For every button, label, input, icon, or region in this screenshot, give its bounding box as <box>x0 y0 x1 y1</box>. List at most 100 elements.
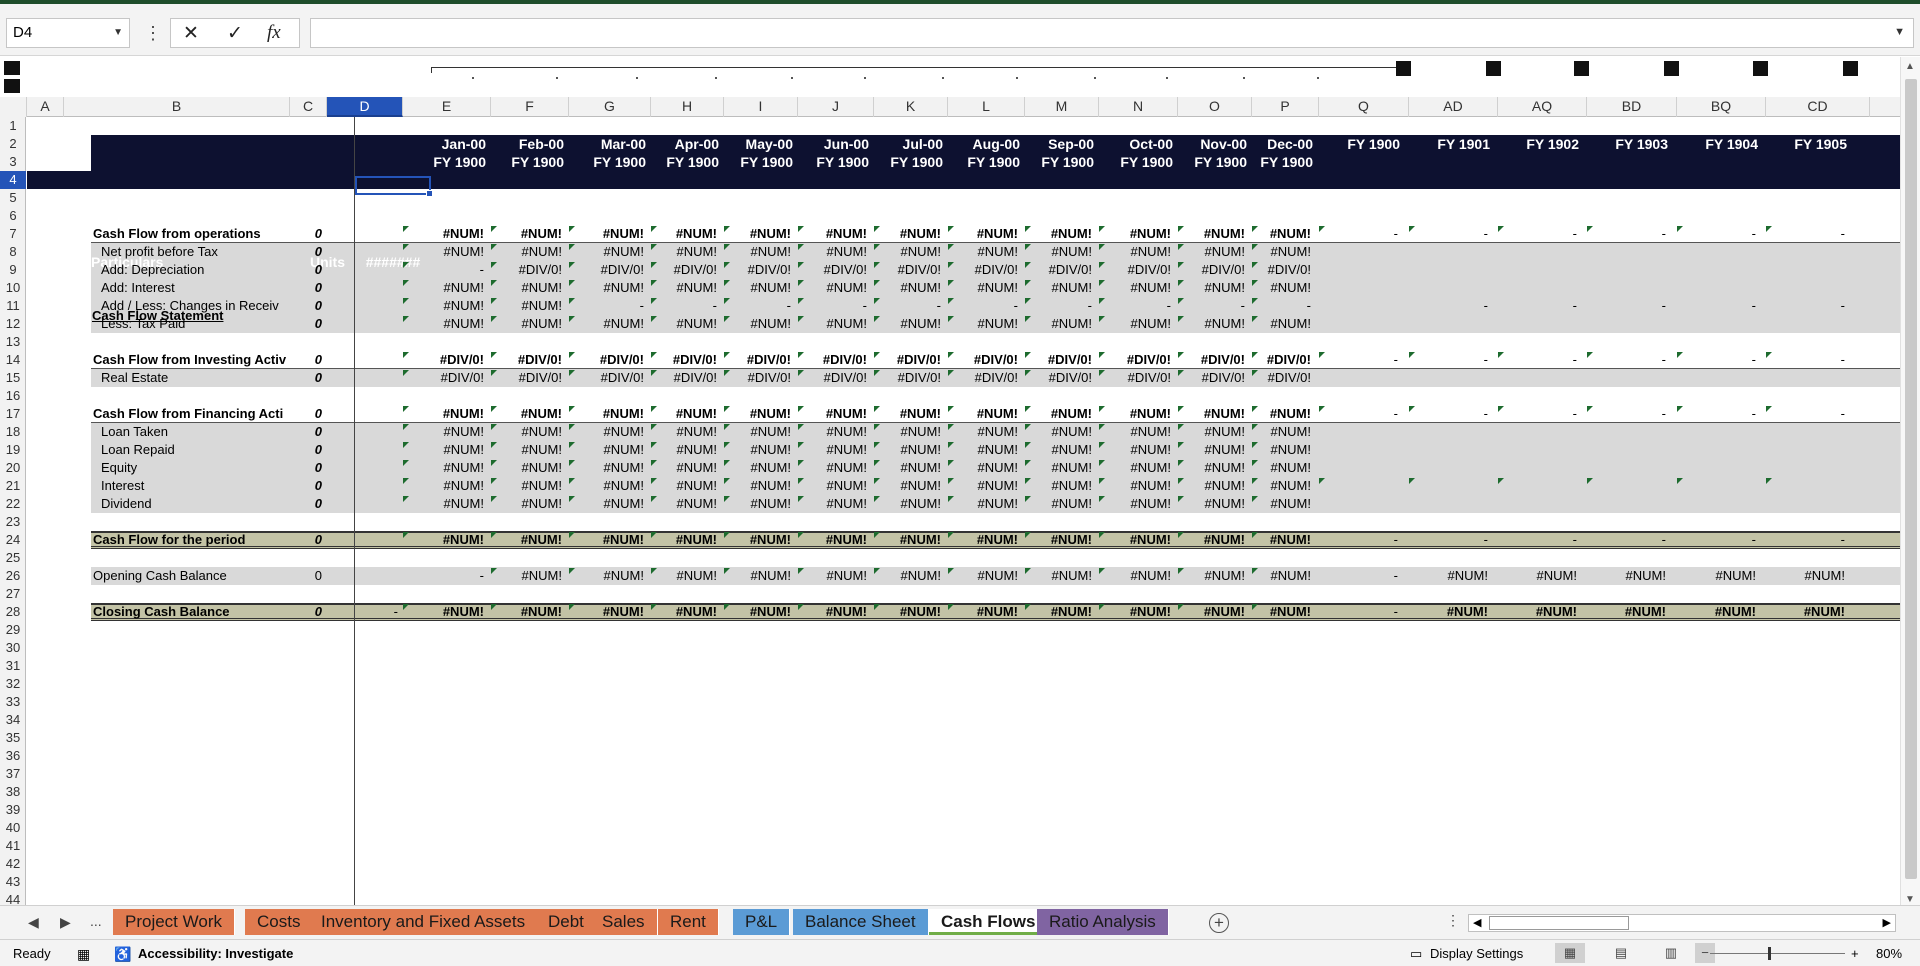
error-indicator-icon[interactable] <box>403 532 409 538</box>
error-indicator-icon[interactable] <box>798 532 804 538</box>
month-value[interactable]: #NUM! <box>492 279 562 297</box>
month-value[interactable]: - <box>1100 297 1171 315</box>
group-collapse-button[interactable] <box>1396 61 1411 76</box>
error-indicator-icon[interactable] <box>1252 568 1258 574</box>
month-value[interactable]: #DIV/0! <box>1100 369 1171 387</box>
row-header-33[interactable]: 33 <box>0 693 26 711</box>
header-month[interactable]: May-00 <box>725 135 793 153</box>
row-header-36[interactable]: 36 <box>0 747 26 765</box>
month-value[interactable]: #NUM! <box>1100 243 1171 261</box>
month-value[interactable]: #NUM! <box>799 477 867 495</box>
month-value[interactable]: - <box>799 297 867 315</box>
error-indicator-icon[interactable] <box>1409 406 1415 412</box>
month-value[interactable]: #DIV/0! <box>1179 369 1245 387</box>
header-month[interactable]: Mar-00 <box>570 135 646 153</box>
row-header-9[interactable]: 9 <box>0 261 26 279</box>
error-indicator-icon[interactable] <box>1252 280 1258 286</box>
error-indicator-icon[interactable] <box>874 532 880 538</box>
month-value[interactable]: #NUM! <box>799 423 867 441</box>
month-value[interactable]: - <box>875 297 941 315</box>
error-indicator-icon[interactable] <box>1587 406 1593 412</box>
sheet-tab-balance-sheet[interactable]: Balance Sheet <box>793 909 929 935</box>
year-value[interactable]: - <box>1410 225 1488 243</box>
error-indicator-icon[interactable] <box>1178 496 1184 502</box>
month-value[interactable]: #DIV/0! <box>1026 261 1092 279</box>
year-value[interactable]: - <box>1678 351 1756 369</box>
zoom-slider-thumb[interactable] <box>1768 947 1771 960</box>
month-value[interactable]: #NUM! <box>725 441 791 459</box>
month-value[interactable]: #NUM! <box>492 495 562 513</box>
year-value[interactable]: #NUM! <box>1678 567 1756 585</box>
scroll-down-icon[interactable]: ▼ <box>1905 894 1915 905</box>
error-indicator-icon[interactable] <box>491 406 497 412</box>
error-indicator-icon[interactable] <box>948 226 954 232</box>
error-indicator-icon[interactable] <box>1099 298 1105 304</box>
year-value[interactable]: - <box>1678 297 1756 315</box>
enter-icon[interactable]: ✓ <box>227 22 243 45</box>
error-indicator-icon[interactable] <box>1178 424 1184 430</box>
error-indicator-icon[interactable] <box>491 226 497 232</box>
error-indicator-icon[interactable] <box>948 568 954 574</box>
error-indicator-icon[interactable] <box>569 442 575 448</box>
error-indicator-icon[interactable] <box>1099 352 1105 358</box>
error-indicator-icon[interactable] <box>1252 262 1258 268</box>
error-indicator-icon[interactable] <box>724 604 730 610</box>
column-header-l[interactable]: L <box>948 97 1025 117</box>
error-indicator-icon[interactable] <box>1025 460 1031 466</box>
month-value[interactable]: #NUM! <box>570 279 644 297</box>
row-header-20[interactable]: 20 <box>0 459 26 477</box>
name-box[interactable]: D4 ▼ <box>6 18 130 48</box>
error-indicator-icon[interactable] <box>569 370 575 376</box>
month-value[interactable]: #NUM! <box>652 405 717 423</box>
row-header-10[interactable]: 10 <box>0 279 26 297</box>
error-indicator-icon[interactable] <box>651 226 657 232</box>
error-indicator-icon[interactable] <box>1319 352 1325 358</box>
error-indicator-icon[interactable] <box>491 532 497 538</box>
row-unit[interactable]: 0 <box>290 243 322 261</box>
month-value[interactable]: #NUM! <box>799 495 867 513</box>
month-value[interactable]: #NUM! <box>875 567 941 585</box>
month-value[interactable]: #NUM! <box>492 531 562 549</box>
error-indicator-icon[interactable] <box>491 298 497 304</box>
month-value[interactable]: #DIV/0! <box>949 369 1018 387</box>
month-value[interactable]: #NUM! <box>799 279 867 297</box>
row-header-17[interactable]: 17 <box>0 405 26 423</box>
row-unit[interactable]: 0 <box>290 441 322 459</box>
error-indicator-icon[interactable] <box>569 298 575 304</box>
error-indicator-icon[interactable] <box>1252 406 1258 412</box>
month-value[interactable]: #NUM! <box>570 225 644 243</box>
month-value[interactable]: #NUM! <box>725 531 791 549</box>
column-header-j[interactable]: J <box>798 97 874 117</box>
month-value[interactable]: #NUM! <box>725 459 791 477</box>
error-indicator-icon[interactable] <box>1409 226 1415 232</box>
row-header-1[interactable]: 1 <box>0 117 26 135</box>
month-value[interactable]: #NUM! <box>799 441 867 459</box>
year-value[interactable]: - <box>1588 531 1666 549</box>
month-value[interactable]: #NUM! <box>652 243 717 261</box>
error-indicator-icon[interactable] <box>1677 478 1683 484</box>
error-indicator-icon[interactable] <box>1498 406 1504 412</box>
error-indicator-icon[interactable] <box>724 568 730 574</box>
row-header-7[interactable]: 7 <box>0 225 26 243</box>
error-indicator-icon[interactable] <box>1252 226 1258 232</box>
error-indicator-icon[interactable] <box>403 226 409 232</box>
error-indicator-icon[interactable] <box>569 406 575 412</box>
month-value[interactable]: #NUM! <box>725 243 791 261</box>
error-indicator-icon[interactable] <box>948 316 954 322</box>
error-indicator-icon[interactable] <box>1099 568 1105 574</box>
error-indicator-icon[interactable] <box>874 496 880 502</box>
year-value[interactable]: #NUM! <box>1499 567 1577 585</box>
column-header-a[interactable]: A <box>27 97 64 117</box>
error-indicator-icon[interactable] <box>491 424 497 430</box>
year-value[interactable]: - <box>1320 351 1398 369</box>
error-indicator-icon[interactable] <box>1025 478 1031 484</box>
month-value[interactable]: #DIV/0! <box>875 369 941 387</box>
error-indicator-icon[interactable] <box>1319 226 1325 232</box>
error-indicator-icon[interactable] <box>874 460 880 466</box>
error-indicator-icon[interactable] <box>1025 370 1031 376</box>
header-fy[interactable]: FY 1900 <box>725 153 793 171</box>
error-indicator-icon[interactable] <box>569 316 575 322</box>
insert-function-icon[interactable]: fx <box>267 22 281 44</box>
error-indicator-icon[interactable] <box>874 424 880 430</box>
header-fy[interactable]: FY 1900 <box>949 153 1020 171</box>
